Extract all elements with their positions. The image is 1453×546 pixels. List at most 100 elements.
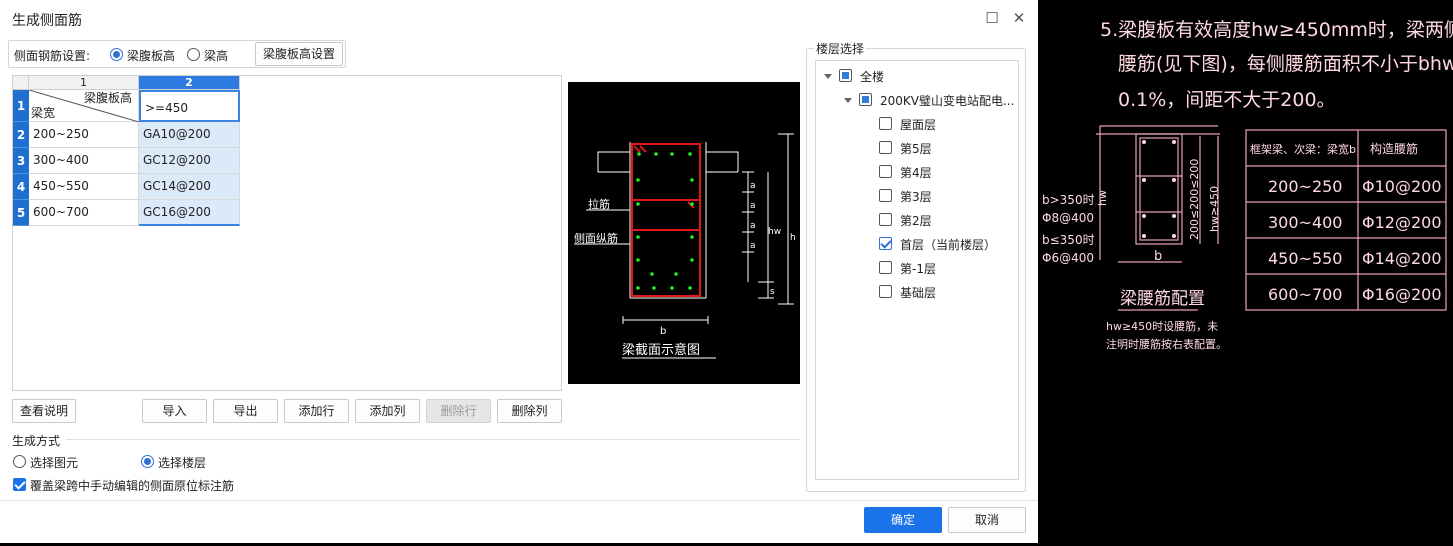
beam-section-drawing: 拉筋 侧面纵筋 a a a a hw s h b 梁截面示意图 <box>574 133 796 359</box>
tree-label-project[interactable]: 200KV璧山变电站配电... <box>880 92 1014 109</box>
generate-mode-title: 生成方式 <box>12 434 61 448</box>
preview-caption: 梁截面示意图 <box>622 342 700 358</box>
corner-web-height-label: 梁腹板高 <box>83 91 132 105</box>
floor-label-3[interactable]: 第3层 <box>900 188 932 205</box>
note-dim-200: 200≤200≤200 <box>1188 159 1201 240</box>
row-header-5[interactable]: 5 <box>13 200 29 226</box>
table-r1-rebar: Φ10@200 <box>1362 177 1442 196</box>
cancel-button[interactable]: 取消 <box>948 507 1026 533</box>
overwrite-label[interactable]: 覆盖梁跨中手动编辑的侧面原位标注筋 <box>30 477 234 494</box>
ok-button[interactable]: 确定 <box>864 507 942 533</box>
cell-r4-c1[interactable]: 450~550 <box>29 174 139 200</box>
row-header-2[interactable]: 2 <box>13 122 29 148</box>
row-header-3[interactable]: 3 <box>13 148 29 174</box>
row-header-1[interactable]: 1 <box>13 90 29 122</box>
cell-r5-c1[interactable]: 600~700 <box>29 200 139 226</box>
side-longitudinal-label: 侧面纵筋 <box>574 231 618 245</box>
web-height-setting-button[interactable]: 梁腹板高设置 <box>255 42 343 66</box>
floor-checkbox-2[interactable] <box>879 213 892 226</box>
floor-checkbox-1[interactable] <box>879 237 892 250</box>
table-header-width: 框架梁、次梁：梁宽b <box>1250 142 1356 156</box>
cell-r2-c1[interactable]: 200~250 <box>29 122 139 148</box>
sketch-note-2: 注明时腰筋按右表配置。 <box>1106 337 1227 351</box>
note-b-gt-350: b>350时 <box>1042 193 1095 207</box>
note-line3: 0.1%，间距不大于200。 <box>1118 89 1336 111</box>
tree-checkbox-all[interactable] <box>839 69 852 82</box>
cell-r3-c2[interactable]: GC12@200 <box>139 148 240 174</box>
expand-arrow-root-icon[interactable] <box>824 74 832 79</box>
export-button[interactable]: 导出 <box>213 399 278 423</box>
floor-checkbox-3[interactable] <box>879 189 892 202</box>
radio-beam-height[interactable] <box>187 48 200 61</box>
note-dim-b: b <box>1154 249 1162 264</box>
floor-checkbox-foundation[interactable] <box>879 285 892 298</box>
note-dim-hw: hw <box>1096 190 1109 206</box>
floor-checkbox-5[interactable] <box>879 141 892 154</box>
table-header-rebar: 构造腰筋 <box>1370 141 1418 156</box>
cell-r4-c2[interactable]: GC14@200 <box>139 174 240 200</box>
side-rebar-setting-group: 侧面钢筋设置: 梁腹板高 梁高 梁腹板高设置 <box>8 40 346 68</box>
cell-r5-c2[interactable]: GC16@200 <box>139 200 240 226</box>
cell-r1-c2[interactable]: >=450 <box>139 90 240 122</box>
title-bar: 生成侧面筋 ☐ ✕ <box>0 0 1038 36</box>
floor-label-4[interactable]: 第4层 <box>900 164 932 181</box>
overwrite-checkbox[interactable] <box>13 478 26 491</box>
expand-arrow-project-icon[interactable] <box>844 98 852 103</box>
add-col-button[interactable]: 添加列 <box>355 399 420 423</box>
floor-label-2[interactable]: 第2层 <box>900 212 932 229</box>
floor-checkbox-minus1[interactable] <box>879 261 892 274</box>
floor-label-5[interactable]: 第5层 <box>900 140 932 157</box>
floor-checkbox-4[interactable] <box>879 165 892 178</box>
note-spacing-6: Φ6@400 <box>1042 251 1094 265</box>
side-rebar-setting-label: 侧面钢筋设置: <box>14 49 91 63</box>
col-header-1[interactable]: 1 <box>29 76 139 90</box>
row-header-4[interactable]: 4 <box>13 174 29 200</box>
floor-label-roof[interactable]: 屋面层 <box>900 116 936 133</box>
tree-checkbox-project[interactable] <box>859 93 872 106</box>
delete-row-button[interactable]: 删除行 <box>426 399 491 423</box>
floor-tree[interactable]: 全楼 200KV璧山变电站配电... 屋面层 第5层 第4层 第3层 第2层 首… <box>815 60 1019 480</box>
cad-drawing-background: 5.梁腹板有效高度hw≥450mm时，梁两侧配 腰筋(见下图)，每侧腰筋面积不小… <box>1040 0 1453 543</box>
help-button[interactable]: 查看说明 <box>12 399 76 423</box>
corner-diagonal-cell: 梁腹板高 梁宽 <box>29 90 139 122</box>
maximize-icon[interactable]: ☐ <box>982 8 1002 28</box>
note-spacing-8: Φ8@400 <box>1042 211 1094 225</box>
dim-a-4: a <box>750 241 756 251</box>
dim-s: s <box>770 287 775 297</box>
corner-beam-width-label: 梁宽 <box>31 106 56 120</box>
dim-a-3: a <box>750 221 756 231</box>
radio-select-element[interactable] <box>13 455 26 468</box>
radio-web-height[interactable] <box>110 48 123 61</box>
floor-checkbox-roof[interactable] <box>879 117 892 130</box>
table-r3-width: 450~550 <box>1268 249 1342 268</box>
close-icon[interactable]: ✕ <box>1009 8 1029 28</box>
rebar-grid[interactable]: 1 2 1 梁腹板高 梁宽 >=450 2 200~250 GA10@200 3… <box>12 75 562 391</box>
table-r2-width: 300~400 <box>1268 213 1342 232</box>
floor-label-minus1[interactable]: 第-1层 <box>900 260 936 277</box>
note-dim-hw450: hw≥450 <box>1208 186 1221 232</box>
delete-col-button[interactable]: 删除列 <box>497 399 562 423</box>
cell-r2-c2[interactable]: GA10@200 <box>139 122 240 148</box>
cell-r3-c1[interactable]: 300~400 <box>29 148 139 174</box>
floor-label-1[interactable]: 首层（当前楼层） <box>900 236 996 253</box>
tree-label-all[interactable]: 全楼 <box>860 68 884 85</box>
tie-label: 拉筋 <box>588 197 610 211</box>
radio-select-floor[interactable] <box>141 455 154 468</box>
add-row-button[interactable]: 添加行 <box>284 399 349 423</box>
dim-a-2: a <box>750 201 756 211</box>
dim-h: h <box>790 233 796 243</box>
import-button[interactable]: 导入 <box>142 399 207 423</box>
dialog-title: 生成侧面筋 <box>12 13 82 29</box>
floor-label-foundation[interactable]: 基础层 <box>900 284 936 301</box>
table-r3-rebar: Φ14@200 <box>1362 249 1442 268</box>
radio-beam-height-label[interactable]: 梁高 <box>204 47 228 64</box>
note-b-le-350: b≤350时 <box>1042 233 1095 247</box>
generate-side-rebar-dialog: 生成侧面筋 ☐ ✕ 侧面钢筋设置: 梁腹板高 梁高 梁腹板高设置 1 2 1 梁… <box>0 0 1038 543</box>
radio-select-element-label[interactable]: 选择图元 <box>30 454 78 471</box>
radio-select-floor-label[interactable]: 选择楼层 <box>158 454 206 471</box>
col-header-2[interactable]: 2 <box>139 76 240 90</box>
grid-corner <box>13 76 29 90</box>
radio-web-height-label[interactable]: 梁腹板高 <box>127 47 175 64</box>
generate-mode-divider <box>66 439 800 440</box>
dim-a-1: a <box>750 181 756 191</box>
